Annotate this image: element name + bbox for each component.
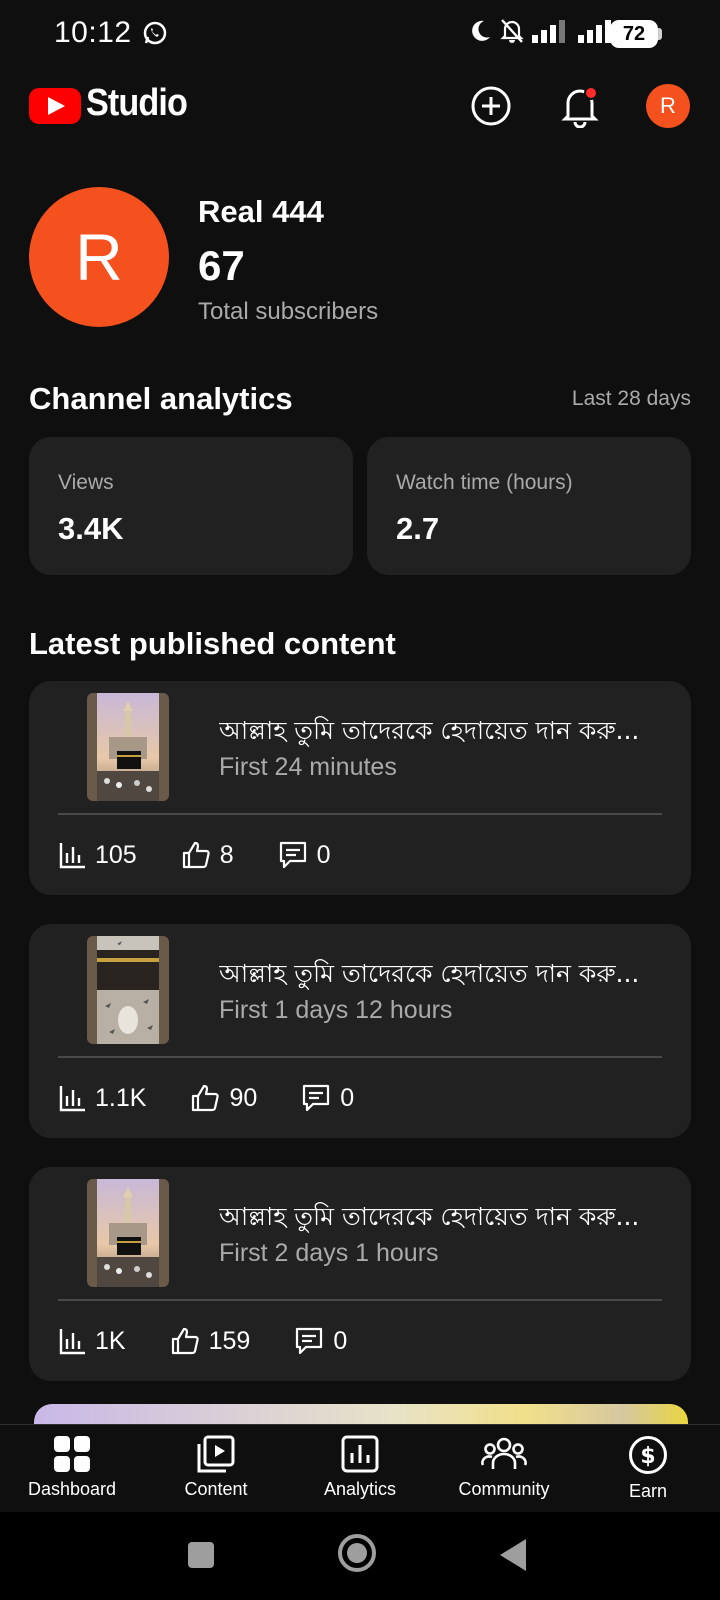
likes-count: 90 [229,1083,258,1112]
nav-analytics[interactable]: Analytics [290,1435,430,1500]
watch-time-card[interactable]: Watch time (hours) 2.7 [367,437,691,575]
comment-icon [279,841,306,869]
comments-count: 0 [316,840,331,869]
divider [58,1299,662,1301]
comments-metric: 0 [278,840,331,870]
channel-avatar[interactable]: R [29,187,169,327]
youtube-logo [29,88,81,124]
home-button[interactable] [338,1534,376,1572]
signal-icon [532,20,565,43]
nav-dashboard[interactable]: Dashboard [2,1435,142,1500]
notifications-button[interactable] [560,84,600,128]
video-thumbnail[interactable] [87,936,169,1044]
back-button[interactable] [500,1539,526,1571]
video-thumbnail[interactable] [87,1179,169,1287]
promo-card-edge[interactable] [34,1404,688,1424]
signal-icon-2 [578,20,611,43]
community-icon [481,1437,527,1469]
nav-label: Community [458,1479,550,1499]
video-title[interactable]: আল্লাহ তুমি তাদেরকে হেদায়েত দান করু... [219,711,659,754]
divider [58,1056,662,1058]
video-period: First 1 days 12 hours [219,996,453,1024]
thumbs-up-icon [192,1084,220,1112]
divider [58,813,662,815]
views-metric: 1K [58,1327,126,1356]
system-nav-bar [0,1512,720,1600]
comment-icon [296,1327,323,1355]
likes-metric: 159 [170,1326,251,1356]
thumbs-up-icon [171,1327,199,1355]
battery-level: 72 [622,23,646,45]
dollar-icon: $ [629,1436,667,1474]
views-count: 105 [95,840,137,869]
views-metric: 1.1K [58,1084,146,1113]
views-count: 1.1K [95,1083,147,1112]
comments-metric: 0 [294,1326,347,1356]
likes-metric: 90 [190,1083,257,1113]
video-title[interactable]: আল্লাহ তুমি তাদেরকে হেদায়েত দান করু... [219,1197,659,1240]
nav-earn[interactable]: $ Earn [578,1435,718,1502]
content-card[interactable]: আল্লাহ তুমি তাদেরকে হেদায়েত দান করু... … [29,1167,691,1381]
content-card[interactable]: আল্লাহ তুমি তাদেরকে হেদায়েত দান করু... … [29,924,691,1138]
content-icon [197,1435,235,1473]
app-title: Studio [86,82,188,124]
account-avatar[interactable]: R [646,84,690,128]
comment-icon [303,1084,330,1112]
views-label: Views [58,471,114,494]
nav-label: Dashboard [27,1479,117,1499]
status-time: 10:12 [54,16,132,49]
nav-label: Earn [628,1481,668,1501]
likes-count: 8 [219,840,234,869]
battery-icon: 72 [610,20,662,48]
app-header: Studio R [0,68,720,148]
dashboard-icon [54,1436,90,1472]
bar-chart-icon [59,1329,85,1355]
views-value: 3.4K [58,511,124,546]
analytics-period: Last 28 days [571,387,691,410]
content-card[interactable]: আল্লাহ তুমি তাদেরকে হেদায়েত দান করু... … [29,681,691,895]
svg-text:$: $ [640,1444,655,1469]
bottom-nav: Dashboard Content Analytics Community $ [0,1424,720,1512]
video-title[interactable]: আল্লাহ তুমি তাদেরকে হেদায়েত দান করু... [219,954,659,997]
analytics-icon [341,1435,379,1473]
create-button[interactable] [470,85,512,127]
watch-time-label: Watch time (hours) [396,471,573,494]
views-card[interactable]: Views 3.4K [29,437,353,575]
moon-icon [472,20,490,41]
subscriber-count: 67 [198,242,245,289]
video-period: First 2 days 1 hours [219,1239,439,1267]
likes-count: 159 [208,1326,251,1355]
views-metric: 105 [58,841,137,870]
whatsapp-icon [143,21,167,45]
status-bar: 10:12 72 [0,0,720,68]
analytics-title: Channel analytics [29,381,293,416]
video-metrics: 1K 159 0 [58,1321,391,1361]
recents-button[interactable] [188,1542,214,1568]
nav-content[interactable]: Content [146,1435,286,1500]
bar-chart-icon [59,1086,85,1112]
views-count: 1K [95,1326,126,1355]
nav-label: Analytics [323,1479,397,1499]
watch-time-value: 2.7 [396,511,440,546]
thumbs-up-icon [182,841,210,869]
bar-chart-icon [59,843,85,869]
notification-dot [584,86,598,100]
likes-metric: 8 [181,840,234,870]
comments-count: 0 [333,1326,348,1355]
video-metrics: 105 8 0 [58,835,375,875]
comments-metric: 0 [301,1083,354,1113]
video-metrics: 1.1K 90 0 [58,1078,398,1118]
mute-bell-icon [500,19,524,43]
subscriber-label: Total subscribers [198,298,379,325]
comments-count: 0 [340,1083,355,1112]
nav-community[interactable]: Community [434,1435,574,1500]
video-period: First 24 minutes [219,753,397,781]
channel-name: Real 444 [198,194,324,229]
latest-content-title: Latest published content [29,626,396,661]
nav-label: Content [184,1479,248,1499]
video-thumbnail[interactable] [87,693,169,801]
